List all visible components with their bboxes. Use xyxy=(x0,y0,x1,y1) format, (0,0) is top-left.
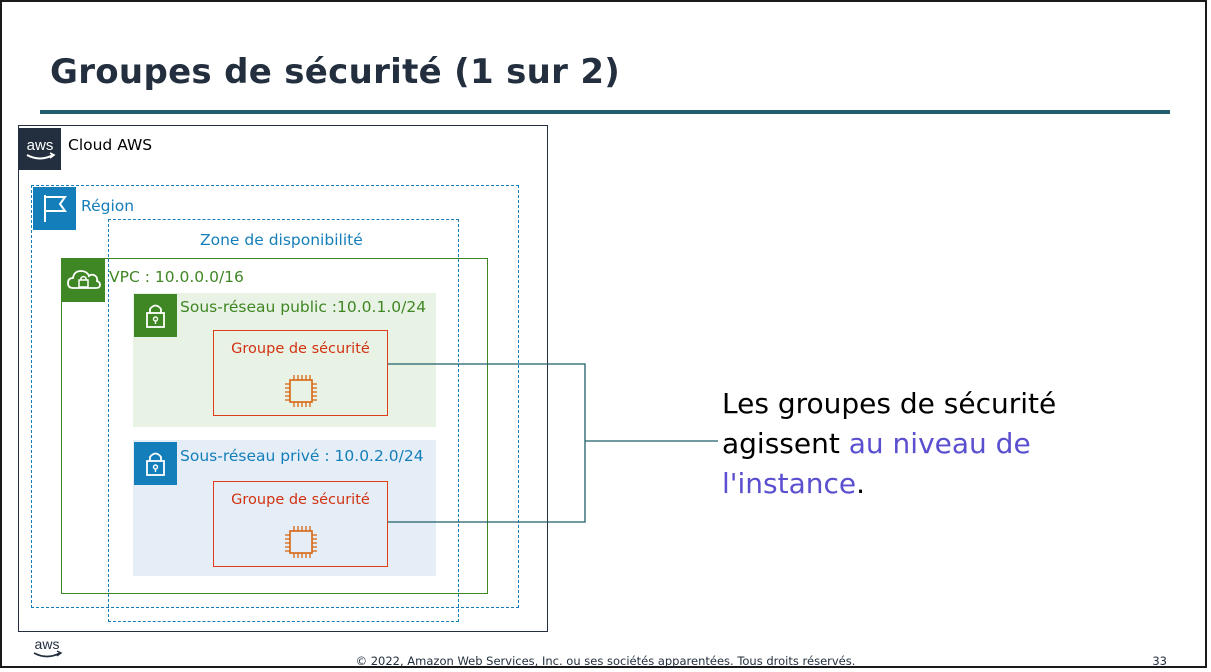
callout-line-1: Les groupes de sécurité xyxy=(722,387,1057,420)
copyright-footer: © 2022, Amazon Web Services, Inc. ou ses… xyxy=(355,654,856,668)
callout-line-2: agissent au niveau de xyxy=(722,427,1031,460)
callout-connector xyxy=(388,363,718,523)
callout-text: Les groupes de sécurité agissent au nive… xyxy=(722,384,1056,504)
callout-line-3: l'instance. xyxy=(722,467,865,500)
svg-text:aws: aws xyxy=(35,636,60,652)
page-number: 33 xyxy=(1152,654,1167,668)
callout-highlight: au niveau de xyxy=(848,427,1031,460)
callout-highlight: l'instance xyxy=(722,467,857,500)
